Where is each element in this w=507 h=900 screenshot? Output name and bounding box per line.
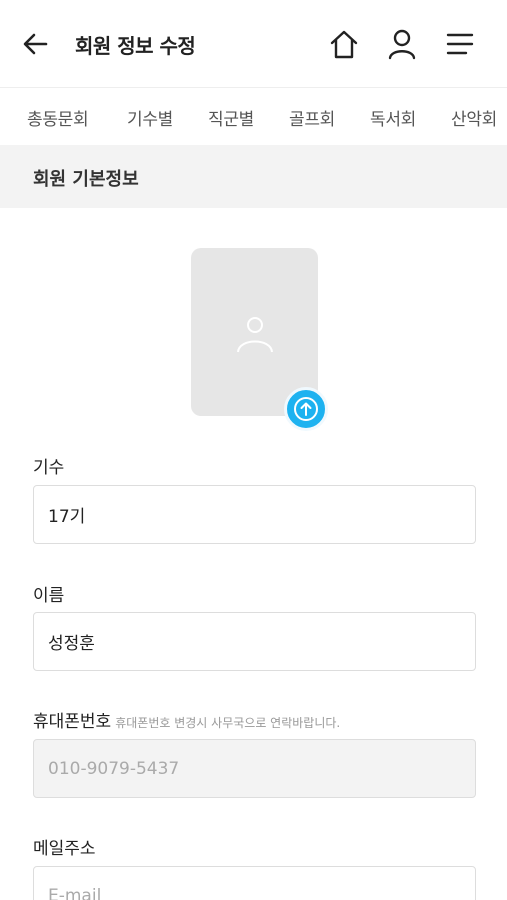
email-label: 메일주소 [33,839,96,859]
name-label: 이름 [33,586,65,606]
upload-photo-button[interactable] [284,387,328,431]
phone-change-note: 휴대폰번호 변경시 사무국으로 연락바랍니다. [115,716,341,730]
category-tabs: 총동문회 기수별 직군별 골프회 독서회 산악회 [0,89,507,143]
tab-golf[interactable]: 골프회 [289,105,335,130]
hamburger-menu-icon[interactable] [444,28,476,60]
section-title: 회원 기본정보 [33,169,139,190]
person-icon [235,314,275,354]
home-icon[interactable] [328,27,360,61]
phone-label: 휴대폰번호 [33,712,112,732]
user-icon[interactable] [386,27,418,61]
upload-icon [294,397,318,421]
tab-hiking[interactable]: 산악회 [451,105,497,130]
tab-reading[interactable]: 독서회 [370,105,416,130]
email-field[interactable] [33,866,476,900]
page-title: 회원 정보 수정 [75,34,196,58]
generation-label: 기수 [33,458,65,478]
name-field[interactable] [33,612,476,671]
phone-label-row: 휴대폰번호 휴대폰번호 변경시 사무국으로 연락바랍니다. [33,707,340,732]
section-header: 회원 기본정보 [0,145,507,208]
app-header: 회원 정보 수정 [0,0,507,88]
tab-occupation[interactable]: 직군별 [208,105,254,130]
generation-field[interactable] [33,485,476,544]
back-arrow-icon[interactable] [20,28,52,60]
tab-generation[interactable]: 기수별 [127,105,173,130]
tab-alumni[interactable]: 총동문회 [27,105,89,130]
phone-field [33,739,476,798]
